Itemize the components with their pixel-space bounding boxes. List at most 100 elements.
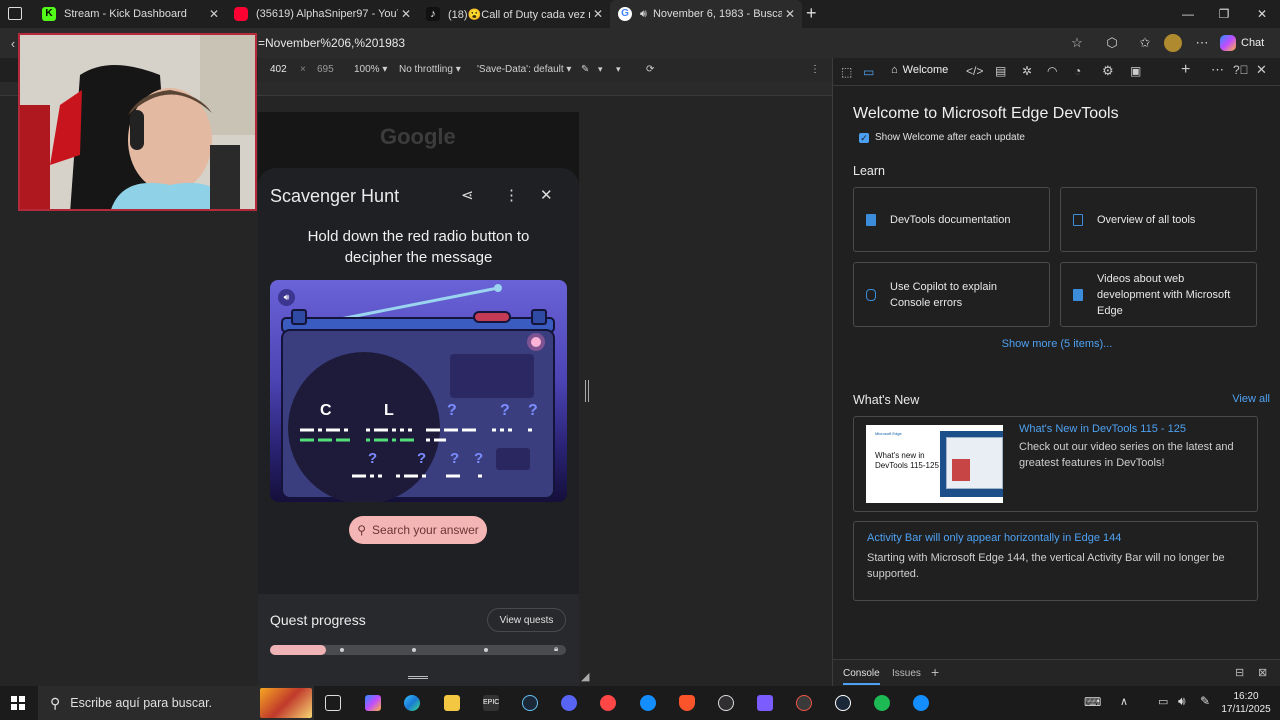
taskbar-clock[interactable]: 16:20 17/11/2025 [1218,690,1274,716]
view-quests-button[interactable]: View quests [487,608,566,632]
instruction-text: Hold down the red radio button to deciph… [307,228,530,266]
dropdown-icon[interactable]: ▾ [598,64,603,75]
maximize-button[interactable]: ❐ [1206,0,1242,28]
learn-card-copilot[interactable]: Use Copilot to explain Console errors [853,262,1050,327]
performance-icon[interactable]: ◔ [1074,64,1081,78]
url-field[interactable]: =November%206,%201983 [258,36,405,50]
game-controller-icon[interactable] [757,695,773,711]
volume-icon[interactable]: 🔊︎ [1178,694,1186,709]
close-icon[interactable]: ✕ [590,7,606,21]
network-icon[interactable]: ◠ [1047,64,1057,78]
tab-kick[interactable]: K Stream - Kick Dashboard ✕ [34,0,226,28]
learn-card-videos[interactable]: Videos about web development with Micros… [1060,262,1257,327]
pen-tray-icon[interactable]: ✎ [1200,694,1210,708]
speaker-icon[interactable]: 🔊︎ [640,8,647,21]
more-menu-icon[interactable]: ⋯ [1193,34,1211,52]
steam-icon[interactable] [835,695,851,711]
ea-icon[interactable] [600,695,616,711]
share-icon[interactable]: ⋖ [461,186,474,204]
obs-icon[interactable] [718,695,734,711]
dropdown-icon[interactable]: ▾ [616,64,621,75]
device-emulation-icon[interactable]: ▭ [863,65,874,79]
spotify-icon[interactable] [874,695,890,711]
show-welcome-checkbox[interactable]: ✓ Show Welcome after each update [859,132,1025,143]
battlenet-icon[interactable] [640,695,656,711]
tab-console[interactable]: Console [843,668,880,685]
help-icon[interactable]: ?⃝ [1233,63,1249,77]
show-more-link[interactable]: Show more (5 items)... [833,338,1280,350]
network-tray-icon[interactable]: ▭ [1158,695,1168,708]
davinci-icon[interactable] [796,695,812,711]
close-devtools-icon[interactable]: ✕ [1256,62,1267,78]
close-window-button[interactable]: ✕ [1244,0,1280,28]
close-drawer-icon[interactable]: ⊠ [1258,666,1267,679]
elements-icon[interactable]: </> [966,64,983,78]
add-tool-icon[interactable]: + [1181,61,1190,79]
checkbox-checked-icon[interactable]: ✓ [859,132,869,143]
tray-chevron-icon[interactable]: ∧ [1120,695,1128,708]
close-icon[interactable]: ✕ [540,186,553,204]
learn-card-overview[interactable]: Overview of all tools [1060,187,1257,252]
tab-google[interactable]: G 🔊︎ November 6, 1983 - Buscar c ✕ [610,0,802,28]
debugger-icon[interactable]: ✲ [1022,64,1032,78]
keyboard-icon[interactable]: ⌨ [1084,695,1101,709]
brave-icon[interactable] [679,695,695,711]
radio-illustration[interactable]: 🔊︎ C L ? ? ? ? ? ? ? [270,280,567,502]
viewport-resize-handle[interactable] [585,380,589,402]
save-data-select[interactable]: 'Save-Data': default ▾ [477,64,571,75]
settings-gear-icon[interactable]: ⚙ [1102,63,1114,79]
discord-icon[interactable] [561,695,577,711]
pen-icon[interactable]: ✎ [581,64,589,75]
tab-issues[interactable]: Issues [892,668,921,679]
console-icon[interactable]: ▤ [995,64,1006,78]
zoom-select[interactable]: 100% ▾ [354,64,387,75]
google-logo: Google [380,124,456,149]
news-card-video-series[interactable]: Microsoft Edge What's new in DevTools 11… [853,416,1258,512]
news-title[interactable]: What's New in DevTools 115 - 125 [1019,423,1186,435]
favorites-icon[interactable]: ✩ [1136,34,1154,52]
task-view-icon[interactable] [325,695,341,711]
view-all-link[interactable]: View all [1232,393,1270,405]
application-icon[interactable]: ▣ [1130,64,1141,78]
inspect-icon[interactable]: ⬚ [841,65,852,79]
add-drawer-tab-icon[interactable]: + [931,664,939,680]
dock-icon[interactable]: ⊟ [1235,666,1244,679]
windows-start-icon[interactable] [11,696,25,710]
corner-resize-handle[interactable]: ◢ [581,670,589,683]
close-icon[interactable]: ✕ [398,7,414,21]
devtools-more-icon[interactable]: ⋯ [1211,62,1224,78]
news-thumbnail: Microsoft Edge What's new in DevTools 11… [866,425,1003,503]
device-width-field[interactable]: 402 [270,64,287,75]
tab-actions-icon[interactable] [8,7,22,20]
resize-handle[interactable] [408,676,428,679]
news-title[interactable]: Activity Bar will only appear horizontal… [867,532,1121,544]
close-icon[interactable]: ✕ [206,7,222,21]
search-answer-button[interactable]: ⚲ Search your answer [349,516,487,544]
tiktok-icon: ♪ [426,7,440,21]
close-icon[interactable]: ✕ [782,7,798,21]
tab-youtube[interactable]: (35619) AlphaSniper97 - YouTube ✕ [226,0,418,28]
epic-games-icon[interactable]: EPIC [483,695,499,711]
copilot-icon[interactable] [365,695,381,711]
edge-icon[interactable] [404,695,420,711]
battlenet-icon[interactable] [913,695,929,711]
new-tab-button[interactable]: + [806,3,817,24]
tab-welcome[interactable]: ⌂ Welcome [891,64,948,76]
news-card-activity-bar[interactable]: Activity Bar will only appear horizontal… [853,521,1258,601]
taskbar-search-box[interactable]: ⚲ Escribe aquí para buscar. [38,686,314,720]
more-options-icon[interactable]: ⋮ [504,186,519,204]
file-explorer-icon[interactable] [444,695,460,711]
steam-icon[interactable] [522,695,538,711]
profile-avatar[interactable] [1164,34,1182,52]
tab-tiktok[interactable]: ♪ (18)😮Call of Duty cada vez más ✕ [418,0,610,28]
device-more-icon[interactable]: ⋮ [810,64,820,75]
device-height-field[interactable]: 695 [317,64,334,75]
progress-milestone [340,648,344,652]
rotate-icon[interactable]: ⟳ [646,64,654,75]
learn-card-docs[interactable]: DevTools documentation [853,187,1050,252]
extensions-icon[interactable]: ⬡ [1103,34,1121,52]
minimize-button[interactable]: — [1170,0,1206,28]
favorite-star-icon[interactable]: ☆ [1068,34,1086,52]
copilot-chat-button[interactable]: Chat [1220,32,1264,54]
throttling-select[interactable]: No throttling ▾ [399,64,461,75]
